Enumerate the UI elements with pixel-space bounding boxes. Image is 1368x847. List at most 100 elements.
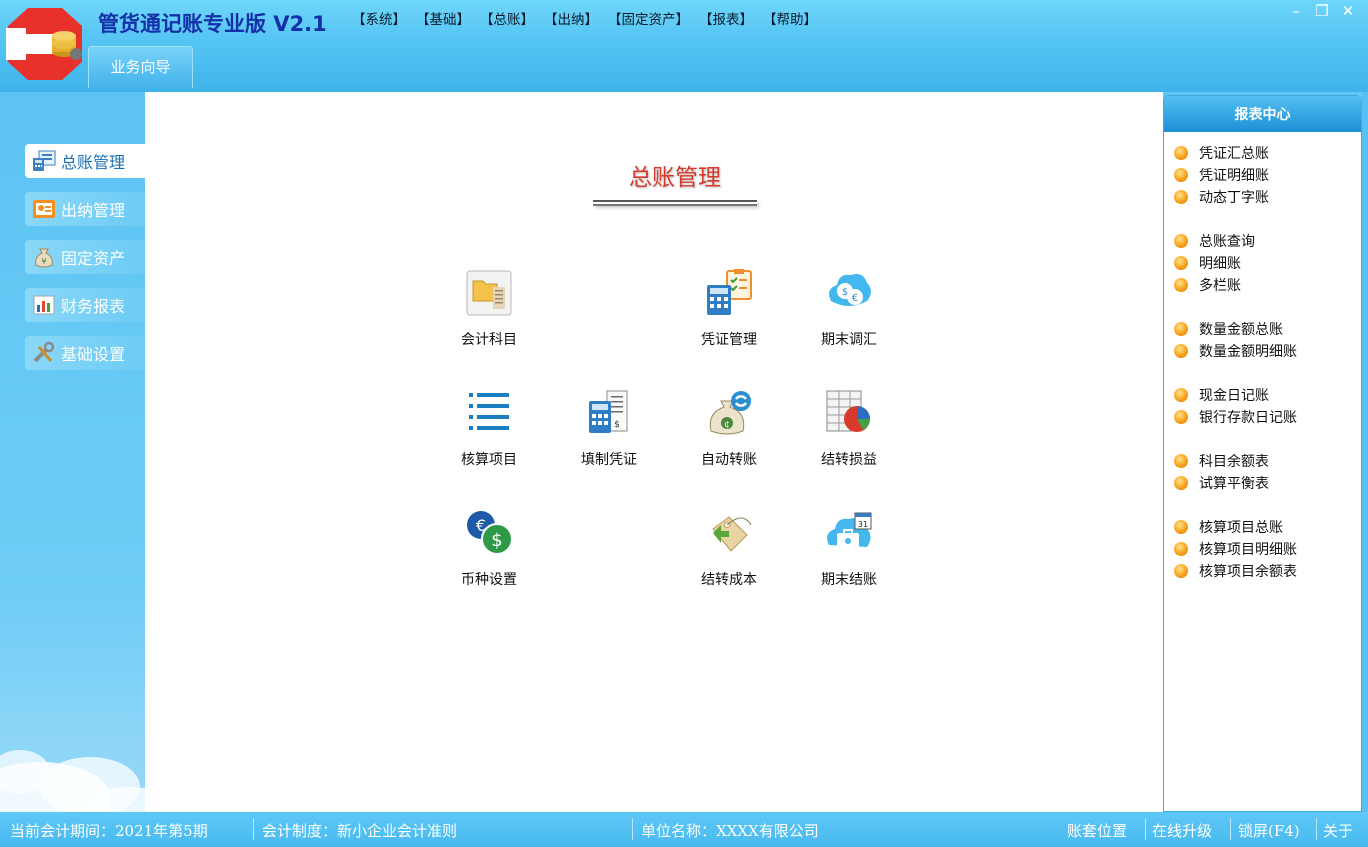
status-bar: 当前会计期间：2021年第5期 会计制度：新小企业会计准则 单位名称：XXXX有… — [0, 812, 1368, 847]
calendar-briefcase-icon: 31 — [827, 512, 872, 549]
money-bag-icon: ¥ — [35, 248, 53, 268]
report-item-label: 明细账 — [1199, 256, 1241, 272]
sidebar-item-label: 出纳管理 — [61, 201, 126, 220]
status-accounting-system: 会计制度：新小企业会计准则 — [262, 822, 458, 840]
tile-label: 填制凭证 — [581, 452, 637, 468]
money-bag-transfer-icon: ¢ — [709, 391, 751, 435]
sidebar-item-fixed-assets[interactable]: ¥ 固定资产 — [25, 240, 145, 274]
tile-label: 结转成本 — [701, 572, 757, 588]
bullet-icon — [1174, 476, 1188, 490]
menu-reports[interactable]: 【报表】 — [697, 8, 755, 28]
sidebar-item-financial-reports[interactable]: 财务报表 — [25, 288, 145, 322]
pie-sheet-icon — [826, 390, 870, 432]
report-voucher-summary[interactable]: 凭证汇总账 — [1164, 142, 1361, 164]
tile-accounting-subjects[interactable]: 会计科目 — [434, 267, 544, 367]
sidebar-item-basic-settings[interactable]: 基础设置 — [25, 336, 145, 370]
report-item-balance[interactable]: 核算项目余额表 — [1164, 560, 1361, 582]
report-bank-journal[interactable]: 银行存款日记账 — [1164, 406, 1361, 428]
report-t-account[interactable]: 动态丁字账 — [1164, 186, 1361, 208]
calculator-receipt-icon: $ — [589, 390, 628, 433]
menu-basic[interactable]: 【基础】 — [414, 8, 472, 28]
report-item-label: 核算项目余额表 — [1199, 564, 1297, 580]
menu-help[interactable]: 【帮助】 — [761, 8, 819, 28]
tile-fill-voucher[interactable]: $ 填制凭证 — [554, 387, 664, 487]
status-separator — [1145, 818, 1146, 840]
online-upgrade-link[interactable]: 在线升级 — [1152, 820, 1212, 841]
account-location-link[interactable]: 账套位置 — [1067, 820, 1127, 841]
list-icon — [469, 393, 509, 430]
tile-label: 币种设置 — [461, 572, 517, 588]
status-separator — [1230, 818, 1231, 840]
report-detail-ledger[interactable]: 明细账 — [1164, 252, 1361, 274]
tile-cost-transfer[interactable]: 结转成本 — [674, 507, 784, 607]
report-voucher-detail[interactable]: 凭证明细账 — [1164, 164, 1361, 186]
report-item-label: 动态丁字账 — [1199, 190, 1269, 206]
bullet-icon — [1174, 388, 1188, 402]
svg-text:$: $ — [614, 420, 620, 430]
report-group: 数量金额总账 数量金额明细账 — [1164, 318, 1361, 362]
bullet-icon — [1174, 168, 1188, 182]
report-item-label: 数量金额明细账 — [1199, 344, 1297, 360]
tile-accounting-items[interactable]: 核算项目 — [434, 387, 544, 487]
status-separator — [1316, 818, 1317, 840]
tile-profit-loss-transfer[interactable]: 结转损益 — [794, 387, 904, 487]
report-item-label: 科目余额表 — [1199, 454, 1269, 470]
lock-screen-link[interactable]: 锁屏(F4) — [1238, 820, 1300, 841]
report-item-label: 总账查询 — [1199, 234, 1255, 250]
report-item-detail[interactable]: 核算项目明细账 — [1164, 538, 1361, 560]
tile-period-end-exchange[interactable]: $ € 期末调汇 — [794, 267, 904, 367]
menu-fixed-assets[interactable]: 【固定资产】 — [606, 8, 691, 28]
report-qty-amount-detail[interactable]: 数量金额明细账 — [1164, 340, 1361, 362]
menu-ledger[interactable]: 【总账】 — [478, 8, 536, 28]
tile-voucher-management[interactable]: 凭证管理 — [674, 267, 784, 367]
tile-period-end-closing[interactable]: 31 期末结账 — [794, 507, 904, 607]
tile-label: 期末调汇 — [821, 332, 877, 348]
app-window: 管货通记账专业版 V2.1 【系统】 【基础】 【总账】 【出纳】 【固定资产】… — [0, 0, 1368, 847]
menu-system[interactable]: 【系统】 — [350, 8, 408, 28]
menu-bar: 【系统】 【基础】 【总账】 【出纳】 【固定资产】 【报表】 【帮助】 — [350, 8, 819, 28]
euro-dollar-icon: € $ — [467, 511, 513, 555]
report-trial-balance[interactable]: 试算平衡表 — [1164, 472, 1361, 494]
status-separator — [253, 818, 254, 840]
report-group: 凭证汇总账 凭证明细账 动态丁字账 — [1164, 142, 1361, 208]
tools-icon — [33, 341, 55, 363]
title-bar: 管货通记账专业版 V2.1 【系统】 【基础】 【总账】 【出纳】 【固定资产】… — [0, 0, 1368, 92]
bullet-icon — [1174, 278, 1188, 292]
report-qty-amount-ledger[interactable]: 数量金额总账 — [1164, 318, 1361, 340]
tile-label: 核算项目 — [461, 452, 517, 468]
report-subject-balance[interactable]: 科目余额表 — [1164, 450, 1361, 472]
tile-auto-transfer[interactable]: ¢ 自动转账 — [674, 387, 784, 487]
restore-icon[interactable]: ❐ — [1310, 2, 1334, 22]
sidebar-item-general-ledger[interactable]: 总账管理 — [25, 144, 145, 178]
menu-cashier[interactable]: 【出纳】 — [542, 8, 600, 28]
bullet-icon — [1174, 146, 1188, 160]
bullet-icon — [1174, 256, 1188, 270]
right-edge — [1362, 92, 1368, 812]
report-item-label: 核算项目明细账 — [1199, 542, 1297, 558]
report-group: 科目余额表 试算平衡表 — [1164, 450, 1361, 494]
bullet-icon — [1174, 322, 1188, 336]
currency-exchange-icon: $ € — [829, 274, 871, 306]
report-center-panel: 报表中心 凭证汇总账 凭证明细账 动态丁字账 总账查询 明细账 多栏账 数量金额… — [1163, 95, 1362, 812]
report-ledger-query[interactable]: 总账查询 — [1164, 230, 1361, 252]
report-item-ledger[interactable]: 核算项目总账 — [1164, 516, 1361, 538]
close-icon[interactable]: ✕ — [1336, 2, 1360, 22]
report-item-label: 试算平衡表 — [1199, 476, 1269, 492]
price-tag-icon — [712, 516, 752, 552]
status-period: 当前会计期间：2021年第5期 — [10, 822, 208, 840]
sidebar-item-cashier[interactable]: 出纳管理 — [25, 192, 145, 226]
report-multi-column[interactable]: 多栏账 — [1164, 274, 1361, 296]
tile-currency-settings[interactable]: € $ 币种设置 — [434, 507, 544, 607]
page-title: 总账管理 — [629, 165, 721, 191]
bullet-icon — [1174, 454, 1188, 468]
tab-business-wizard[interactable]: 业务向导 — [88, 46, 193, 88]
about-link[interactable]: 关于 — [1323, 820, 1353, 841]
minimize-icon[interactable]: – — [1284, 2, 1308, 22]
bullet-icon — [1174, 344, 1188, 358]
bullet-icon — [1174, 542, 1188, 556]
voucher-calculator-icon — [707, 269, 752, 315]
sidebar-item-label: 财务报表 — [61, 297, 126, 316]
report-item-label: 凭证汇总账 — [1199, 146, 1269, 162]
report-cash-journal[interactable]: 现金日记账 — [1164, 384, 1361, 406]
report-item-label: 多栏账 — [1199, 278, 1241, 294]
